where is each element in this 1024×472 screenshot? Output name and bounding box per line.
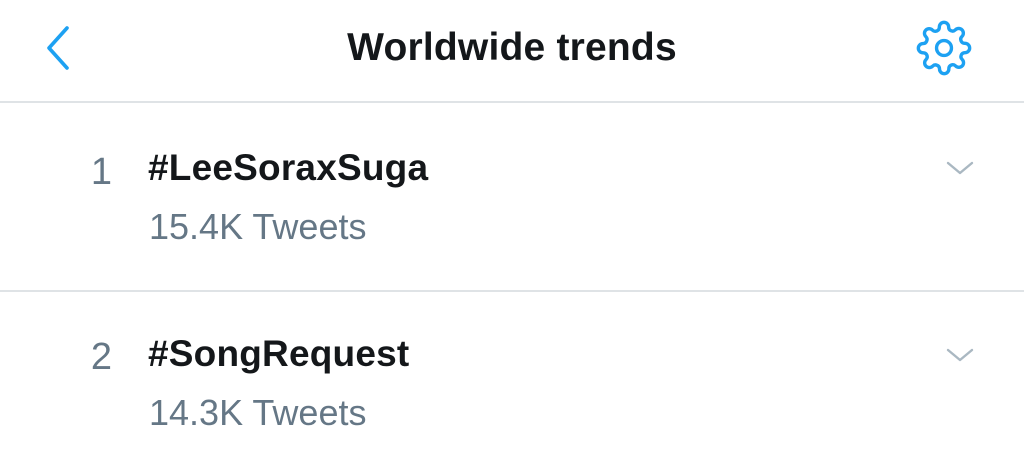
settings-button[interactable]	[912, 20, 976, 76]
page-title: Worldwide trends	[347, 26, 677, 69]
trend-menu-button[interactable]	[940, 340, 980, 370]
trend-tweet-count: 15.4K Tweets	[149, 206, 367, 247]
chevron-down-icon	[946, 348, 974, 362]
header-bar: Worldwide trends	[0, 0, 1024, 103]
trend-item[interactable]: 1 #LeeSoraxSuga 15.4K Tweets	[0, 103, 1024, 292]
trend-item[interactable]: 2 #SongRequest 14.3K Tweets	[0, 292, 1024, 472]
trend-hashtag[interactable]: #LeeSoraxSuga	[148, 146, 428, 190]
trend-rank: 1	[90, 151, 112, 193]
trend-tweet-count: 14.3K Tweets	[149, 392, 367, 433]
trends-screen: Worldwide trends 1 #LeeSoraxSuga 15.4K T…	[0, 0, 1024, 472]
chevron-down-icon	[946, 161, 974, 175]
trend-menu-button[interactable]	[940, 153, 980, 183]
trend-hashtag[interactable]: #SongRequest	[148, 332, 409, 376]
trend-rank: 2	[90, 336, 112, 378]
gear-icon	[916, 20, 972, 76]
